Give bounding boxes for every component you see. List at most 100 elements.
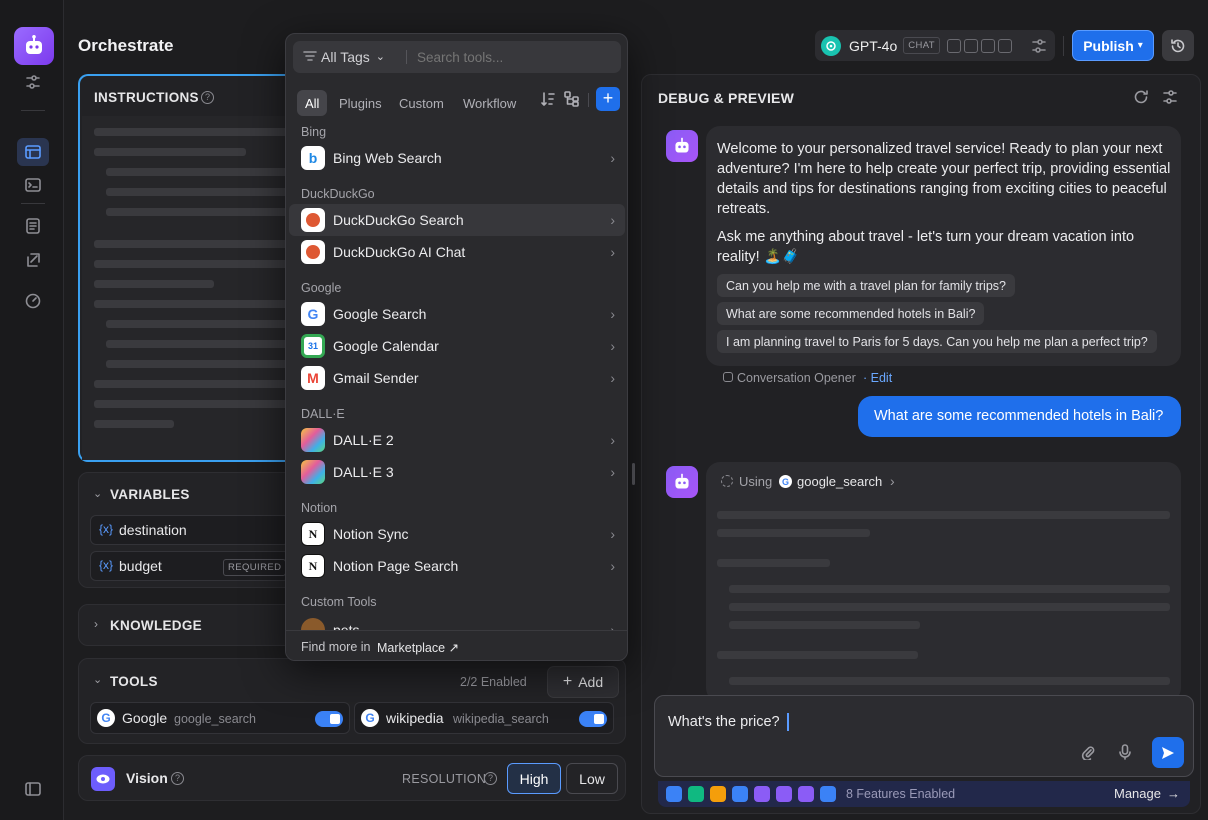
duckduckgo-icon [301, 240, 325, 264]
app-logo[interactable] [14, 27, 54, 65]
vision-panel: Vision ? RESOLUTION ? High Low [78, 755, 626, 801]
feature-mic-icon [754, 786, 770, 802]
tool-search-bar[interactable]: All Tags ⌄ [293, 41, 621, 73]
preview-settings-icon[interactable] [1162, 89, 1178, 105]
history-button[interactable] [1162, 30, 1194, 61]
tool-item-label: Bing Web Search [333, 150, 442, 166]
model-name: GPT-4o [849, 37, 898, 54]
notion-icon: N [301, 554, 325, 578]
tool-item[interactable]: N Notion Page Search › [289, 550, 625, 582]
tree-view-icon[interactable] [564, 91, 580, 107]
chevron-down-icon: ▾ [1137, 40, 1143, 51]
panel-resize-handle[interactable] [632, 463, 635, 485]
google-icon: G [361, 709, 379, 727]
group-label: Bing [301, 125, 327, 139]
instructions-textarea[interactable] [82, 116, 308, 460]
tool-item-highlighted[interactable]: DuckDuckGo Search › [289, 204, 625, 236]
tool-chip-wikipedia[interactable]: G wikipedia wikipedia_search [354, 702, 614, 734]
send-button[interactable] [1152, 737, 1184, 768]
using-tool-name[interactable]: google_search [797, 474, 882, 489]
instructions-panel[interactable]: INSTRUCTIONS ? [78, 74, 308, 462]
chevron-right-icon: › [610, 338, 615, 354]
tool-item[interactable]: N Notion Sync › [289, 518, 625, 550]
chevron-right-icon[interactable]: › [890, 473, 895, 489]
tab-workflow[interactable]: Workflow [455, 90, 524, 116]
history-icon [1171, 38, 1185, 52]
suggested-question[interactable]: I am planning travel to Paris for 5 days… [717, 330, 1157, 353]
tool-item-label: Gmail Sender [333, 370, 419, 386]
suggested-question[interactable]: Can you help me with a travel plan for f… [717, 274, 1015, 297]
capability-icons [944, 38, 1013, 53]
sort-icon[interactable] [540, 91, 556, 107]
tool-item[interactable]: DALL·E 3 › [289, 456, 625, 488]
tools-title: TOOLS [110, 674, 158, 689]
bot-avatar [666, 130, 698, 162]
bot-response-loading: Using G google_search › [706, 462, 1181, 702]
chevron-down-icon[interactable]: ⌄ [93, 673, 102, 686]
tool-picker-dropdown: All Tags ⌄ All Plugins Custom Workflow +… [285, 33, 628, 661]
refresh-icon[interactable] [1133, 89, 1149, 105]
opener-edit-link[interactable]: · Edit [863, 371, 892, 385]
tool-item[interactable]: b Bing Web Search › [289, 142, 625, 174]
tool-item[interactable]: DALL·E 2 › [289, 424, 625, 456]
tag-filter[interactable]: All Tags ⌄ [321, 49, 385, 65]
sidebar-item-orchestrate[interactable] [17, 138, 49, 166]
marketplace-link[interactable]: Marketplace ↗ [377, 640, 459, 655]
google-icon: G [301, 302, 325, 326]
gauge-icon[interactable] [22, 290, 44, 312]
model-settings-icon[interactable] [1031, 38, 1047, 54]
attach-icon[interactable] [1081, 744, 1095, 760]
window-icon [25, 145, 41, 159]
page-title: Orchestrate [78, 36, 174, 55]
file-cap-icon [964, 38, 979, 53]
tab-all[interactable]: All [297, 90, 328, 116]
high-label: High [519, 770, 549, 787]
chat-input[interactable]: What's the price? [654, 695, 1194, 777]
add-tool-button[interactable]: + Add [547, 666, 619, 698]
tool-item-label: DALL·E 3 [333, 464, 394, 480]
add-label: Add [578, 674, 604, 690]
group-label: Google [301, 281, 342, 295]
features-bar[interactable]: 8 Features Enabled Manage → [658, 781, 1190, 807]
header-divider [1063, 36, 1064, 56]
suggested-question[interactable]: What are some recommended hotels in Bali… [717, 302, 985, 325]
resolution-high-button[interactable]: High [507, 763, 561, 794]
resolution-low-button[interactable]: Low [566, 763, 618, 794]
publish-label: Publish [1083, 37, 1134, 54]
tool-toggle[interactable] [579, 711, 607, 727]
publish-button[interactable]: Publish ▾ [1072, 30, 1154, 61]
welcome-paragraph-1: Welcome to your personalized travel serv… [717, 141, 1171, 217]
terminal-icon[interactable] [22, 174, 44, 196]
tab-custom[interactable]: Custom [391, 90, 452, 116]
chevron-right-icon: › [610, 464, 615, 480]
tool-search-input[interactable] [417, 45, 612, 69]
tool-chip-google[interactable]: G Google google_search [90, 702, 350, 734]
group-label: DALL·E [301, 407, 345, 421]
create-tool-button[interactable]: + [596, 87, 620, 111]
feature-sheet-icon [688, 786, 704, 802]
tool-item[interactable]: M Gmail Sender › [289, 362, 625, 394]
google-calendar-icon: 31 [301, 334, 325, 358]
variable-row[interactable]: {x} budget REQUIRED [90, 551, 290, 581]
microphone-icon[interactable] [1118, 744, 1132, 760]
tool-toggle[interactable] [315, 711, 343, 727]
variable-row[interactable]: {x} destination [90, 515, 290, 545]
required-badge: REQUIRED [223, 559, 287, 576]
manage-link[interactable]: Manage → [1114, 786, 1180, 801]
chevron-right-icon: › [610, 150, 615, 166]
sidebar-toggle-icon[interactable] [22, 778, 44, 800]
settings-sliders-icon[interactable] [22, 71, 44, 93]
footer-prefix: Find more in [301, 640, 371, 654]
tool-item[interactable]: 31 Google Calendar › [289, 330, 625, 362]
document-list-icon[interactable] [22, 215, 44, 237]
chevron-down-icon[interactable]: ⌄ [93, 487, 102, 500]
manage-label: Manage [1114, 786, 1161, 801]
tag-filter-label: All Tags [321, 49, 370, 65]
tool-item[interactable]: DuckDuckGo AI Chat › [289, 236, 625, 268]
model-selector[interactable]: GPT-4o CHAT [815, 30, 1055, 61]
tool-item[interactable]: G Google Search › [289, 298, 625, 330]
google-icon: G [779, 475, 792, 488]
tab-plugins[interactable]: Plugins [331, 90, 390, 116]
variable-icon: {x} [99, 522, 114, 536]
edit-note-icon[interactable] [22, 249, 44, 271]
